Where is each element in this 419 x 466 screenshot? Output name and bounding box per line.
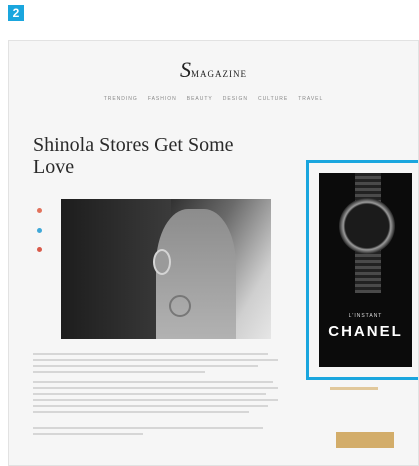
nav-item-design[interactable]: DESIGN (223, 96, 248, 102)
article-hero-image (61, 199, 271, 339)
article-paragraph (33, 381, 278, 417)
chanel-ad[interactable]: L'INSTANT CHANEL (319, 173, 412, 367)
share-pinterest-icon[interactable] (37, 247, 42, 252)
photo-earring (153, 249, 171, 275)
article-paragraph (33, 427, 278, 439)
sidebar-gold-button[interactable] (336, 432, 394, 448)
nav-item-culture[interactable]: CULTURE (258, 96, 288, 102)
share-twitter-icon[interactable] (37, 228, 42, 233)
photo-hoop (169, 295, 191, 317)
article-title: Shinola Stores Get Some Love (33, 134, 234, 178)
step-badge: 2 (8, 5, 24, 21)
watch-icon (339, 198, 395, 254)
ad-brand: CHANEL (328, 323, 403, 340)
logo-wordmark: MAGAZINE (191, 69, 247, 79)
sidebar-accent-line (330, 387, 378, 390)
share-facebook-icon[interactable] (37, 208, 42, 213)
nav-item-fashion[interactable]: FASHION (148, 96, 177, 102)
site-logo[interactable]: SMAGAZINE (9, 57, 418, 83)
nav-item-trending[interactable]: TRENDING (104, 96, 138, 102)
nav-item-travel[interactable]: TRAVEL (298, 96, 323, 102)
highlighted-ad-box: L'INSTANT CHANEL (306, 160, 418, 380)
page-screenshot: SMAGAZINE TRENDING FASHION BEAUTY DESIGN… (8, 40, 419, 466)
logo-initial: S (180, 57, 191, 82)
nav-item-beauty[interactable]: BEAUTY (187, 96, 213, 102)
photo-face (156, 209, 236, 339)
article-paragraph (33, 353, 278, 377)
ad-tagline: L'INSTANT (348, 313, 383, 319)
main-nav: TRENDING FASHION BEAUTY DESIGN CULTURE T… (9, 96, 418, 102)
